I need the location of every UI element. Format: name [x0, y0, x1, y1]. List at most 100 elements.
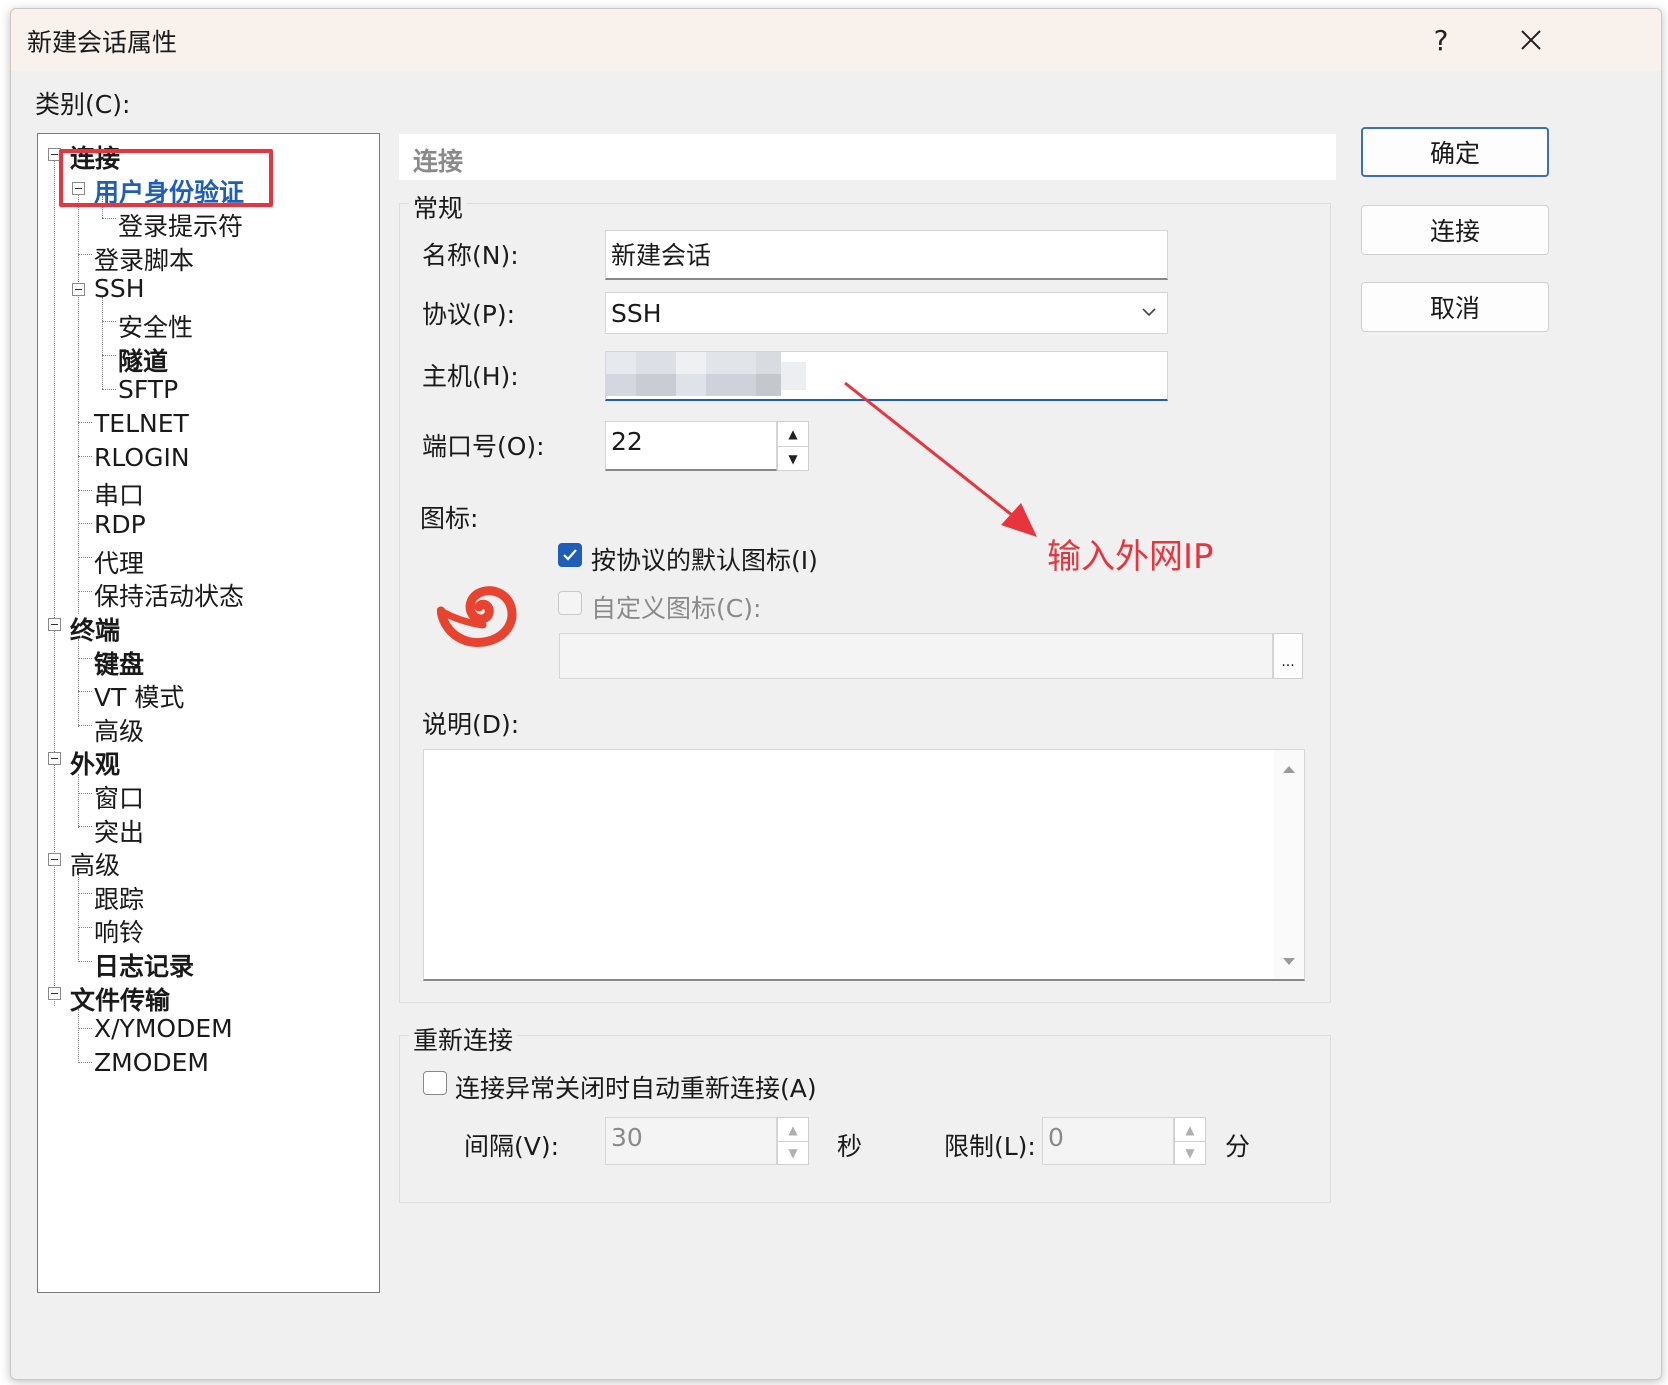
- tree-item-keyboard[interactable]: 键盘: [94, 645, 144, 681]
- tree-line: [78, 1062, 92, 1063]
- tree-line: [78, 639, 79, 727]
- tree-item-keepalive[interactable]: 保持活动状态: [94, 577, 244, 613]
- tree-item-login-script[interactable]: 登录脚本: [94, 241, 194, 277]
- collapse-icon[interactable]: [48, 752, 61, 765]
- tree-line: [78, 927, 92, 928]
- collapse-icon[interactable]: [48, 987, 61, 1000]
- protocol-select[interactable]: SSH: [605, 292, 1168, 334]
- tree-item-zmodem[interactable]: ZMODEM: [94, 1048, 209, 1077]
- tree-item-ssh[interactable]: SSH: [94, 274, 145, 303]
- general-group-title: 常规: [409, 189, 468, 225]
- chevron-down-icon: [1142, 308, 1156, 317]
- tree-item-window[interactable]: 窗口: [94, 779, 144, 815]
- default-icon-label[interactable]: 按协议的默认图标(I): [591, 541, 818, 577]
- help-icon: ?: [1433, 23, 1449, 57]
- ok-button[interactable]: 确定: [1361, 127, 1549, 177]
- limit-input[interactable]: 0: [1042, 1117, 1174, 1165]
- cancel-button[interactable]: 取消: [1361, 282, 1549, 332]
- tree-item-bell[interactable]: 响铃: [94, 913, 144, 949]
- scroll-down-icon[interactable]: [1282, 957, 1296, 967]
- tree-line: [78, 658, 92, 659]
- connect-button[interactable]: 连接: [1361, 205, 1549, 255]
- tree-item-terminal-advanced[interactable]: 高级: [94, 712, 144, 748]
- custom-icon-checkbox[interactable]: [558, 591, 582, 615]
- icon-label: 图标:: [420, 504, 479, 533]
- scroll-up-icon[interactable]: [1282, 764, 1296, 774]
- spin-up-icon[interactable]: ▲: [778, 1118, 808, 1141]
- help-button[interactable]: ?: [1413, 15, 1469, 65]
- close-button[interactable]: [1503, 15, 1559, 65]
- session-properties-dialog: 新建会话属性 ? 类别(C): 连接 用户身份验证 登录提示符 登录脚本 SSH…: [10, 8, 1662, 1380]
- description-label: 说明(D):: [422, 710, 520, 739]
- spin-down-icon[interactable]: ▼: [778, 446, 808, 470]
- protocol-label: 协议(P):: [422, 300, 516, 329]
- tree-line: [102, 321, 116, 322]
- tree-line: [78, 826, 92, 827]
- tree-item-vt-mode[interactable]: VT 模式: [94, 678, 184, 714]
- tree-line: [54, 160, 55, 1006]
- interval-input[interactable]: 30: [605, 1117, 777, 1165]
- tree-item-highlight[interactable]: 突出: [94, 813, 144, 849]
- host-label: 主机(H):: [422, 362, 519, 391]
- tree-item-tunnel[interactable]: 隧道: [118, 342, 168, 378]
- category-label: 类别(C):: [35, 90, 131, 119]
- default-icon-checkbox[interactable]: [558, 543, 582, 567]
- tree-line: [78, 422, 92, 423]
- tree-line: [78, 523, 92, 524]
- collapse-icon[interactable]: [48, 853, 61, 866]
- tree-line: [102, 355, 116, 356]
- collapse-icon[interactable]: [48, 618, 61, 631]
- port-input[interactable]: 22: [605, 421, 777, 471]
- spin-down-icon[interactable]: ▼: [778, 1141, 808, 1164]
- tree-item-serial[interactable]: 串口: [94, 476, 144, 512]
- tree-item-rdp[interactable]: RDP: [94, 510, 146, 539]
- tree-item-security[interactable]: 安全性: [118, 308, 193, 344]
- tree-item-rlogin[interactable]: RLOGIN: [94, 443, 190, 472]
- tree-item-logging[interactable]: 日志记录: [94, 947, 194, 983]
- tree-item-file-transfer[interactable]: 文件传输: [70, 981, 170, 1017]
- custom-icon-label[interactable]: 自定义图标(C):: [591, 589, 761, 625]
- tree-item-login-prompt[interactable]: 登录提示符: [118, 207, 243, 243]
- redacted-host-blur: [606, 352, 806, 398]
- spin-down-icon[interactable]: ▼: [1175, 1141, 1205, 1164]
- browse-button[interactable]: ...: [1273, 633, 1303, 679]
- port-spinner[interactable]: ▲ ▼: [777, 421, 809, 471]
- tree-line: [78, 194, 79, 614]
- annotation-text: 输入外网IP: [1047, 537, 1214, 577]
- tree-item-advanced[interactable]: 高级: [70, 846, 120, 882]
- auto-reconnect-label[interactable]: 连接异常关闭时自动重新连接(A): [455, 1069, 817, 1105]
- tree-item-telnet[interactable]: TELNET: [94, 409, 189, 438]
- name-input[interactable]: 新建会话: [605, 230, 1168, 280]
- category-tree[interactable]: 连接 用户身份验证 登录提示符 登录脚本 SSH 安全性 隧道 SFTP TEL…: [37, 133, 380, 1293]
- collapse-icon[interactable]: [72, 283, 85, 296]
- tree-line: [78, 793, 92, 794]
- description-textarea[interactable]: [423, 749, 1305, 981]
- tree-item-xymodem[interactable]: X/YMODEM: [94, 1014, 233, 1043]
- window-title: 新建会话属性: [27, 28, 178, 57]
- close-icon: [1521, 30, 1541, 50]
- auto-reconnect-checkbox[interactable]: [423, 1071, 447, 1095]
- tree-line: [78, 961, 92, 962]
- name-label: 名称(N):: [422, 241, 519, 270]
- checkmark-icon: [563, 549, 577, 561]
- tree-item-trace[interactable]: 跟踪: [94, 880, 144, 916]
- title-bar: 新建会话属性 ?: [11, 9, 1661, 71]
- session-swirl-icon: [437, 586, 517, 647]
- protocol-value: SSH: [611, 299, 662, 328]
- tree-item-terminal[interactable]: 终端: [70, 611, 120, 647]
- port-label: 端口号(O):: [422, 432, 545, 461]
- reconnect-group-title: 重新连接: [409, 1021, 518, 1057]
- limit-spinner[interactable]: ▲ ▼: [1174, 1117, 1206, 1165]
- tree-item-sftp[interactable]: SFTP: [118, 375, 178, 404]
- tree-line: [78, 557, 92, 558]
- description-scrollbar[interactable]: [1274, 750, 1304, 979]
- tree-item-appearance[interactable]: 外观: [70, 745, 120, 781]
- limit-unit: 分: [1225, 1132, 1251, 1161]
- tree-line: [78, 456, 92, 457]
- custom-icon-path-input[interactable]: [559, 633, 1273, 679]
- panel-header-title: 连接: [413, 147, 464, 176]
- spin-up-icon[interactable]: ▲: [778, 422, 808, 446]
- tree-item-proxy[interactable]: 代理: [94, 544, 144, 580]
- spin-up-icon[interactable]: ▲: [1175, 1118, 1205, 1141]
- interval-spinner[interactable]: ▲ ▼: [777, 1117, 809, 1165]
